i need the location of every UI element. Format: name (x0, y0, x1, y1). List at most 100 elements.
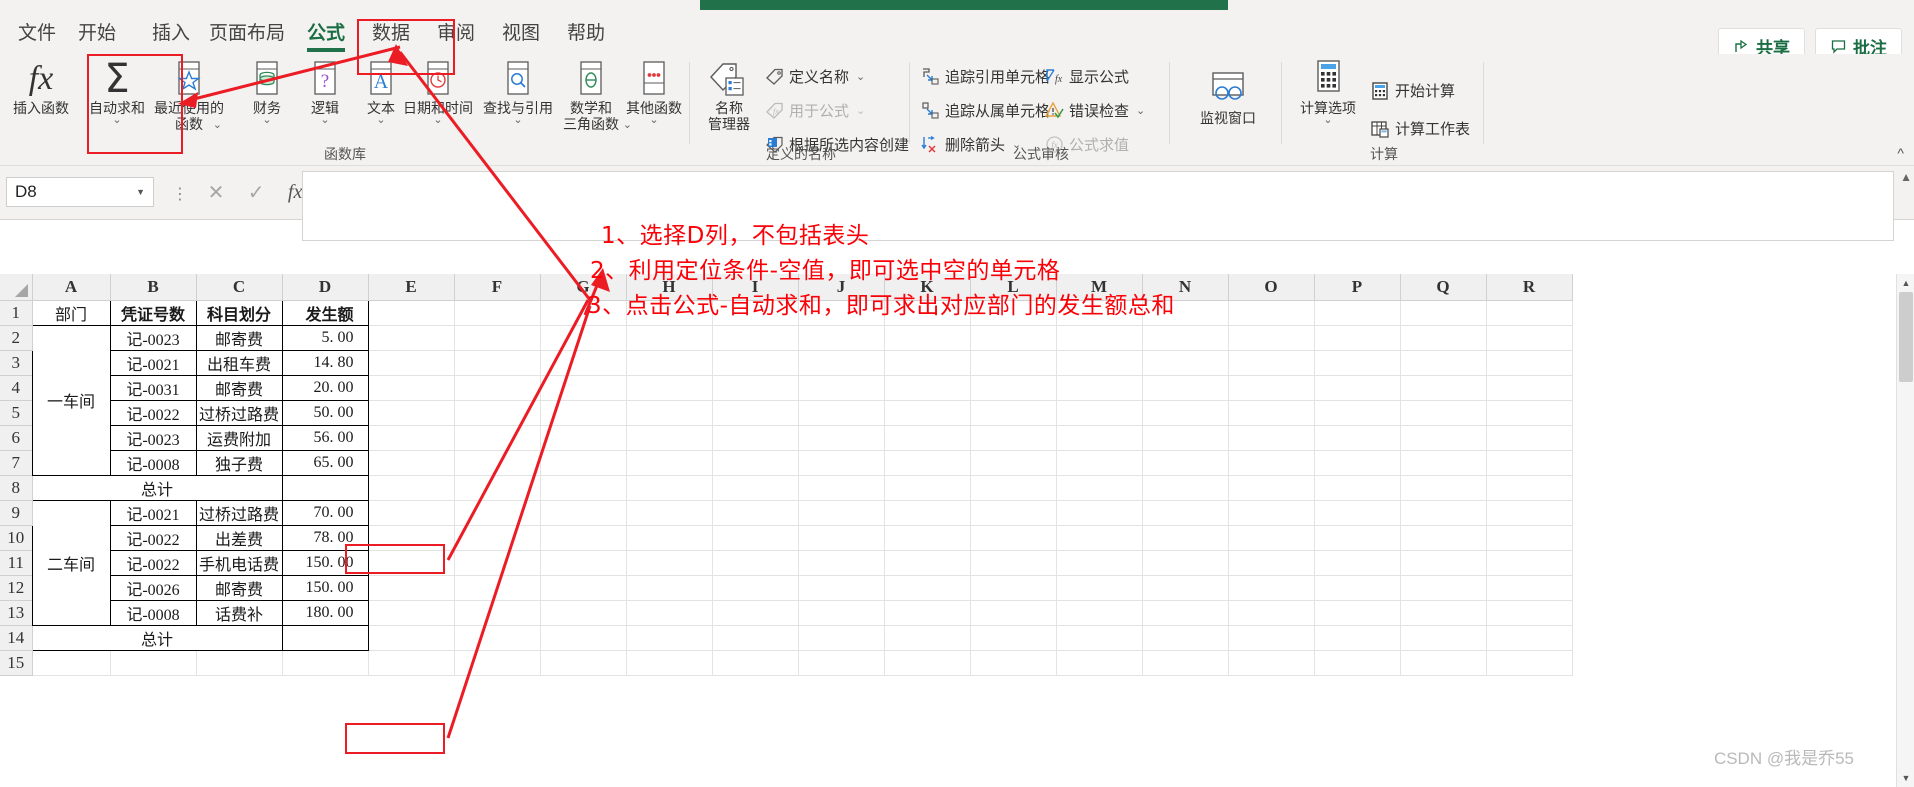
tab-insert[interactable]: 插入 (148, 18, 194, 50)
cell-D3[interactable]: 14. 80 (281, 349, 369, 376)
cell-G12[interactable] (540, 575, 627, 601)
cell-I5[interactable] (712, 400, 799, 426)
cell-N14[interactable] (1142, 625, 1229, 651)
cell-P13[interactable] (1314, 600, 1401, 626)
cell-K9[interactable] (884, 500, 971, 526)
cell-F10[interactable] (454, 525, 541, 551)
cell-E7[interactable] (368, 450, 455, 476)
cell-N6[interactable] (1142, 425, 1229, 451)
cell-P5[interactable] (1314, 400, 1401, 426)
cell-J5[interactable] (798, 400, 885, 426)
cell-F8[interactable] (454, 475, 541, 501)
tab-data[interactable]: 数据 (368, 18, 414, 50)
col-header-N[interactable]: N (1142, 274, 1229, 301)
cell-A15[interactable] (32, 650, 111, 676)
cell-K13[interactable] (884, 600, 971, 626)
cell-K10[interactable] (884, 525, 971, 551)
chevron-down-icon[interactable]: ⌄ (856, 70, 865, 83)
cell-G8[interactable] (540, 475, 627, 501)
cell-C13[interactable]: 话费补 (195, 599, 283, 626)
cell-E13[interactable] (368, 600, 455, 626)
cell-I8[interactable] (712, 475, 799, 501)
tab-formulas[interactable]: 公式 (303, 18, 349, 52)
chevron-down-icon[interactable]: ⌄ (1290, 115, 1366, 126)
cell-M10[interactable] (1056, 525, 1143, 551)
cell-I13[interactable] (712, 600, 799, 626)
cell-D8-sum[interactable] (281, 474, 369, 501)
col-header-O[interactable]: O (1228, 274, 1315, 301)
cell-N2[interactable] (1142, 325, 1229, 351)
cell-O5[interactable] (1228, 400, 1315, 426)
cell-B10[interactable]: 记-0022 (109, 524, 197, 551)
cell-O14[interactable] (1228, 625, 1315, 651)
cell-O3[interactable] (1228, 350, 1315, 376)
cell-R8[interactable] (1486, 475, 1573, 501)
cell-R13[interactable] (1486, 600, 1573, 626)
col-header-D[interactable]: D (282, 274, 369, 301)
collapse-ribbon-button[interactable]: ^ (1897, 145, 1904, 161)
cell-C4[interactable]: 邮寄费 (195, 374, 283, 401)
cell-B6[interactable]: 记-0023 (109, 424, 197, 451)
cell-L14[interactable] (970, 625, 1057, 651)
cell-F2[interactable] (454, 325, 541, 351)
cell-L11[interactable] (970, 550, 1057, 576)
cell-K2[interactable] (884, 325, 971, 351)
vertical-scrollbar[interactable]: ▲ ▼ (1896, 274, 1914, 787)
cell-P15[interactable] (1314, 650, 1401, 676)
chevron-down-icon[interactable]: ▼ (136, 187, 145, 197)
cell-J10[interactable] (798, 525, 885, 551)
cell-P14[interactable] (1314, 625, 1401, 651)
col-header-L[interactable]: L (970, 274, 1057, 301)
cell-D6[interactable]: 56. 00 (281, 424, 369, 451)
cell-F5[interactable] (454, 400, 541, 426)
col-header-J[interactable]: J (798, 274, 885, 301)
cell-H2[interactable] (626, 325, 713, 351)
insert-function-icon[interactable]: fx (288, 181, 302, 204)
cell-C10[interactable]: 出差费 (195, 524, 283, 551)
cell-O7[interactable] (1228, 450, 1315, 476)
cell-L13[interactable] (970, 600, 1057, 626)
cell-M11[interactable] (1056, 550, 1143, 576)
cell-H5[interactable] (626, 400, 713, 426)
cell-P11[interactable] (1314, 550, 1401, 576)
cell-H6[interactable] (626, 425, 713, 451)
cell-I15[interactable] (712, 650, 799, 676)
row-header-11[interactable]: 11 (0, 550, 33, 576)
cell-8-total-label[interactable]: 总计 (31, 474, 283, 501)
scrollbar-thumb[interactable] (1899, 292, 1913, 382)
cell-D2[interactable]: 5. 00 (281, 324, 369, 351)
cell-L10[interactable] (970, 525, 1057, 551)
cell-O6[interactable] (1228, 425, 1315, 451)
cell-C5[interactable]: 过桥过路费 (195, 399, 283, 426)
cell-G5[interactable] (540, 400, 627, 426)
cell-H12[interactable] (626, 575, 713, 601)
cell-H7[interactable] (626, 450, 713, 476)
cell-J15[interactable] (798, 650, 885, 676)
cell-O9[interactable] (1228, 500, 1315, 526)
cell-K11[interactable] (884, 550, 971, 576)
cell-R11[interactable] (1486, 550, 1573, 576)
cell-D13[interactable]: 180. 00 (281, 599, 369, 626)
cell-I10[interactable] (712, 525, 799, 551)
cell-F1[interactable] (454, 300, 541, 326)
cell-B1[interactable]: 凭证号数 (109, 299, 197, 326)
name-box[interactable]: D8 ▼ (6, 177, 154, 207)
cell-R14[interactable] (1486, 625, 1573, 651)
cell-C12[interactable]: 邮寄费 (195, 574, 283, 601)
tab-review[interactable]: 审阅 (433, 18, 479, 50)
row-header-9[interactable]: 9 (0, 500, 33, 526)
cell-R15[interactable] (1486, 650, 1573, 676)
cell-G2[interactable] (540, 325, 627, 351)
cell-R6[interactable] (1486, 425, 1573, 451)
cell-D9[interactable]: 70. 00 (281, 499, 369, 526)
cell-P8[interactable] (1314, 475, 1401, 501)
cell-I2[interactable] (712, 325, 799, 351)
cell-Q4[interactable] (1400, 375, 1487, 401)
tab-file[interactable]: 文件 (14, 18, 60, 50)
cell-O8[interactable] (1228, 475, 1315, 501)
cell-D1[interactable]: 发生额 (281, 299, 369, 326)
cell-I9[interactable] (712, 500, 799, 526)
col-header-F[interactable]: F (454, 274, 541, 301)
watch-window-button[interactable]: 监视窗口 (1186, 68, 1270, 126)
cell-Q7[interactable] (1400, 450, 1487, 476)
